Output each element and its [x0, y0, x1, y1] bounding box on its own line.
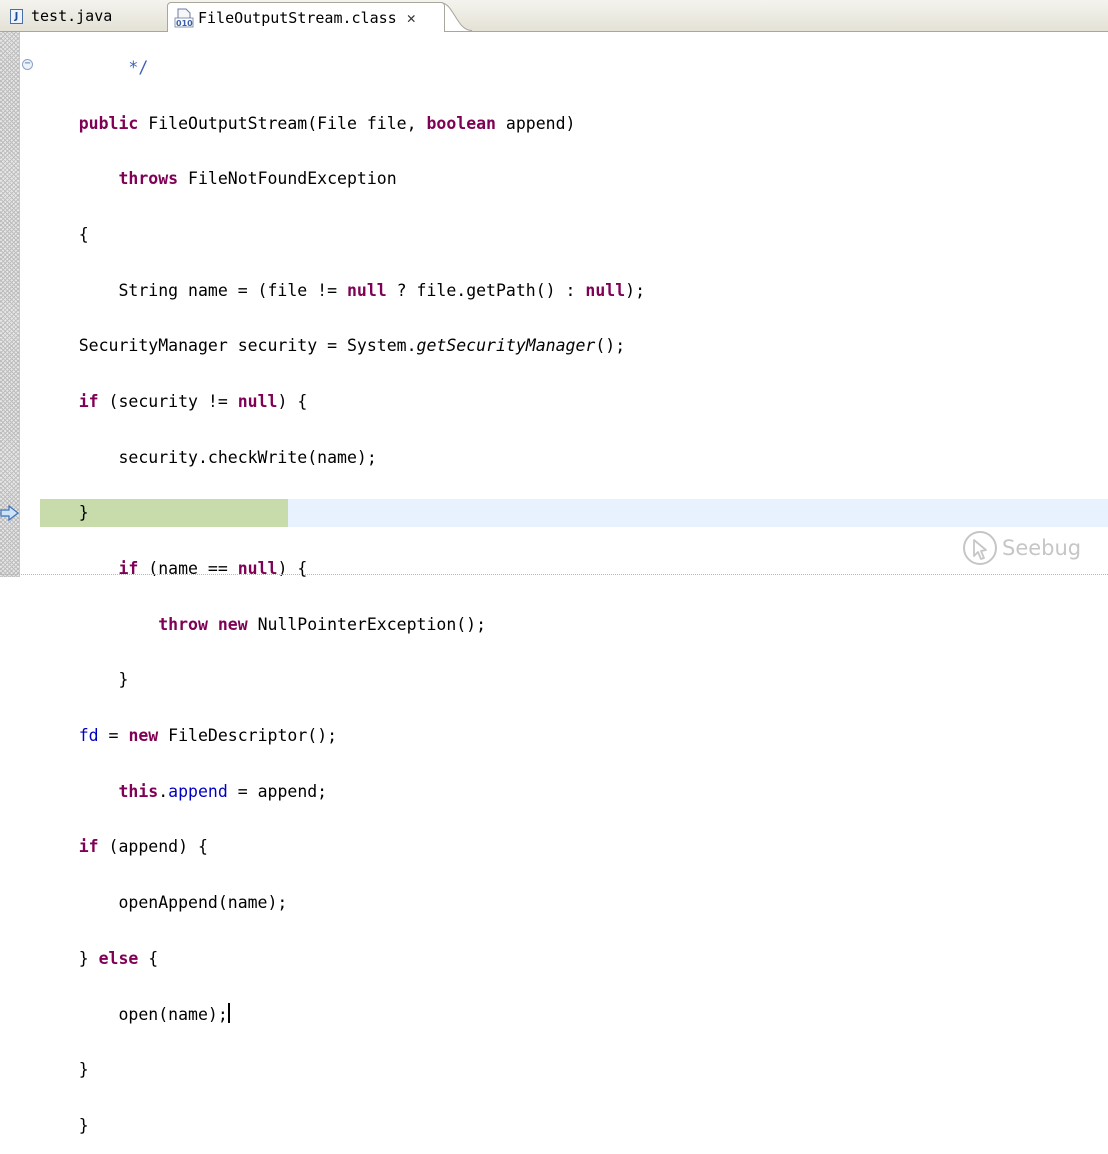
code-line: openAppend(name);: [118, 893, 288, 913]
class-file-icon: 010: [174, 8, 194, 28]
code-line: }: [78, 1060, 89, 1080]
code-line: {: [78, 224, 89, 244]
tab-label: FileOutputStream.class: [198, 8, 397, 27]
code-line: }: [78, 503, 89, 523]
code-line: }: [78, 1115, 89, 1135]
code-editor[interactable]: */ public FileOutputStream(File file, bo…: [39, 26, 645, 1154]
debug-current-instruction-icon: [0, 505, 19, 521]
close-icon[interactable]: ✕: [407, 9, 416, 27]
code-line: throw new NullPointerException();: [158, 614, 487, 634]
code-line: throws FileNotFoundException: [118, 169, 397, 189]
fold-collapse-icon[interactable]: −: [22, 59, 33, 70]
code-line: this.append = append;: [118, 781, 328, 801]
code-line: } else {: [78, 948, 159, 968]
code-line-current: open(name);: [118, 1002, 230, 1024]
tab-label: test.java: [31, 7, 113, 25]
java-file-icon: J: [10, 8, 23, 24]
code-line: security.checkWrite(name);: [118, 447, 377, 467]
line-gutter: [20, 32, 39, 577]
overview-ruler[interactable]: [0, 32, 20, 577]
code-line: if (name == null) {: [118, 559, 308, 579]
code-line: }: [118, 670, 129, 690]
code-line: public FileOutputStream(File file, boole…: [78, 113, 576, 133]
text-caret: [227, 1002, 230, 1023]
code-line: SecurityManager security = System.getSec…: [78, 336, 626, 356]
code-line: */: [128, 57, 149, 77]
code-line: if (append) {: [78, 837, 208, 857]
watermark-text: Seebug: [1002, 536, 1082, 560]
seebug-watermark: Seebug: [962, 530, 1081, 566]
code-line: if (security != null) {: [78, 391, 308, 411]
seebug-logo-icon: [963, 531, 997, 565]
code-line: fd = new FileDescriptor();: [78, 726, 338, 746]
code-line: String name = (file != null ? file.getPa…: [118, 280, 646, 300]
editor-bottom-border: [0, 574, 1108, 578]
